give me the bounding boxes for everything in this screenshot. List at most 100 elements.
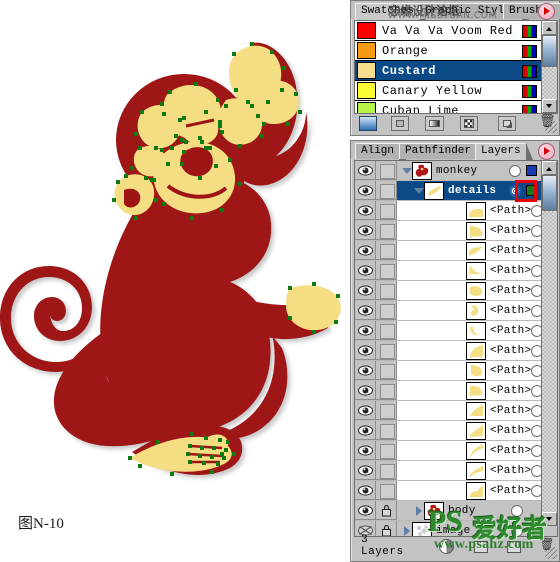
layer-lock-toggle[interactable]	[376, 341, 397, 360]
scrollbar-track[interactable]	[542, 67, 557, 99]
chevron-right-icon[interactable]	[413, 501, 424, 520]
show-gradient-swatches-icon[interactable]	[425, 116, 444, 131]
swatch-color-chip[interactable]	[357, 102, 376, 113]
layer-visibility-toggle[interactable]	[355, 481, 376, 500]
layer-lock-toggle[interactable]	[376, 321, 397, 340]
chevron-down-icon[interactable]	[413, 181, 424, 200]
layer-visibility-toggle[interactable]	[355, 501, 376, 520]
swatch-row[interactable]: Cuban Lime	[355, 101, 541, 113]
panel-resize-grip[interactable]	[545, 121, 557, 133]
layer-thumbnail[interactable]	[466, 481, 486, 500]
target-indicator-active[interactable]	[509, 184, 521, 197]
layer-thumbnail[interactable]	[466, 341, 486, 360]
swatch-color-chip[interactable]	[357, 82, 376, 99]
panel-menu-icon[interactable]	[538, 3, 555, 20]
swatch-row[interactable]: Custard	[355, 61, 541, 81]
target-indicator[interactable]	[511, 504, 523, 517]
show-pattern-swatches-icon[interactable]	[459, 116, 478, 131]
layer-lock-toggle[interactable]	[376, 241, 397, 260]
swatches-list[interactable]: Va Va Va Voom Red Orange Custard Canary Yel…	[354, 20, 542, 114]
layer-lock-toggle[interactable]	[376, 421, 397, 440]
swatches-panel[interactable]: Swatches Graphic Styles Brushes Va Va Va…	[350, 0, 560, 136]
layer-row[interactable]: <Path>	[355, 361, 541, 381]
layer-lock-toggle[interactable]	[376, 261, 397, 280]
scroll-up-arrow-icon[interactable]	[542, 161, 557, 175]
layer-visibility-toggle[interactable]	[355, 261, 376, 280]
layer-row[interactable]: <Path>	[355, 461, 541, 481]
layer-row[interactable]: <Path>	[355, 261, 541, 281]
layer-lock-toggle[interactable]	[376, 481, 397, 500]
layers-scrollbar[interactable]	[541, 160, 558, 537]
layers-toolbar[interactable]: 3 Layers	[354, 534, 554, 558]
layer-visibility-toggle[interactable]	[355, 161, 376, 180]
layer-visibility-toggle[interactable]	[355, 201, 376, 220]
illustration-canvas[interactable]: 图N-10	[0, 0, 350, 560]
layer-thumbnail[interactable]	[466, 361, 486, 380]
layer-thumbnail[interactable]	[466, 461, 486, 480]
swatch-row[interactable]: Orange	[355, 41, 541, 61]
layer-thumbnail[interactable]	[466, 241, 486, 260]
swatch-color-chip[interactable]	[357, 62, 376, 79]
scroll-down-arrow-icon[interactable]	[542, 512, 557, 526]
target-indicator[interactable]	[509, 164, 521, 177]
layer-lock-toggle[interactable]	[376, 161, 397, 180]
new-swatch-icon[interactable]	[497, 116, 517, 131]
layer-lock-toggle[interactable]	[376, 401, 397, 420]
layer-row[interactable]: <Path>	[355, 241, 541, 261]
create-new-layer-icon[interactable]	[505, 539, 522, 554]
layer-visibility-toggle[interactable]	[355, 241, 376, 260]
layer-row[interactable]: <Path>	[355, 481, 541, 501]
scroll-down-arrow-icon[interactable]	[542, 99, 557, 113]
layers-tabstrip[interactable]: Align Pathfinder Layers	[351, 141, 559, 161]
layer-thumbnail[interactable]	[466, 401, 486, 420]
layer-thumbnail[interactable]	[466, 421, 486, 440]
layer-visibility-toggle[interactable]	[355, 441, 376, 460]
scrollbar-thumb[interactable]	[542, 175, 557, 211]
layer-thumbnail[interactable]	[424, 181, 444, 200]
layer-visibility-toggle[interactable]	[355, 341, 376, 360]
layer-lock-toggle[interactable]	[376, 181, 397, 200]
layer-thumbnail[interactable]	[466, 321, 486, 340]
layer-thumbnail[interactable]	[466, 281, 486, 300]
tab-pathfinder[interactable]: Pathfinder	[399, 143, 484, 160]
layer-lock-toggle[interactable]	[376, 281, 397, 300]
layer-row[interactable]: details	[355, 181, 541, 201]
layer-thumbnail[interactable]	[424, 501, 444, 520]
panel-menu-icon[interactable]	[538, 143, 555, 160]
layer-lock-toggle[interactable]	[376, 301, 397, 320]
swatches-tabstrip[interactable]: Swatches Graphic Styles Brushes	[351, 1, 560, 21]
swatch-color-chip[interactable]	[357, 42, 376, 59]
swatch-color-chip[interactable]	[357, 22, 376, 39]
layer-lock-toggle[interactable]	[376, 501, 397, 520]
layer-thumbnail[interactable]	[466, 201, 486, 220]
layer-row[interactable]: <Path>	[355, 421, 541, 441]
swatch-libraries-icon[interactable]	[359, 116, 378, 131]
show-color-swatches-icon[interactable]	[391, 116, 410, 131]
scrollbar-thumb[interactable]	[542, 35, 557, 67]
swatches-scrollbar[interactable]	[541, 20, 558, 114]
swatch-row[interactable]: Va Va Va Voom Red	[355, 21, 541, 41]
layer-thumbnail[interactable]	[412, 161, 432, 180]
make-clipping-mask-icon[interactable]	[438, 538, 454, 554]
scroll-up-arrow-icon[interactable]	[542, 21, 557, 35]
layer-row[interactable]: <Path>	[355, 321, 541, 341]
layer-row[interactable]: <Path>	[355, 301, 541, 321]
layer-visibility-toggle[interactable]	[355, 321, 376, 340]
layer-row[interactable]: <Path>	[355, 281, 541, 301]
swatch-row[interactable]: Canary Yellow	[355, 81, 541, 101]
panel-resize-grip[interactable]	[545, 547, 557, 559]
target-indicator[interactable]	[511, 524, 523, 536]
layer-row[interactable]: monkey	[355, 161, 541, 181]
layer-thumbnail[interactable]	[466, 441, 486, 460]
layer-row[interactable]: <Path>	[355, 221, 541, 241]
layer-visibility-toggle[interactable]	[355, 461, 376, 480]
layer-row[interactable]: body	[355, 501, 541, 521]
layers-panel[interactable]: Align Pathfinder Layers monkey details <Pa…	[350, 140, 560, 562]
chevron-down-icon[interactable]	[401, 161, 412, 180]
layer-visibility-toggle[interactable]	[355, 281, 376, 300]
layer-lock-toggle[interactable]	[376, 381, 397, 400]
tab-layers[interactable]: Layers	[475, 143, 533, 161]
layer-visibility-toggle[interactable]	[355, 301, 376, 320]
layer-thumbnail[interactable]	[466, 301, 486, 320]
layer-visibility-toggle[interactable]	[355, 381, 376, 400]
